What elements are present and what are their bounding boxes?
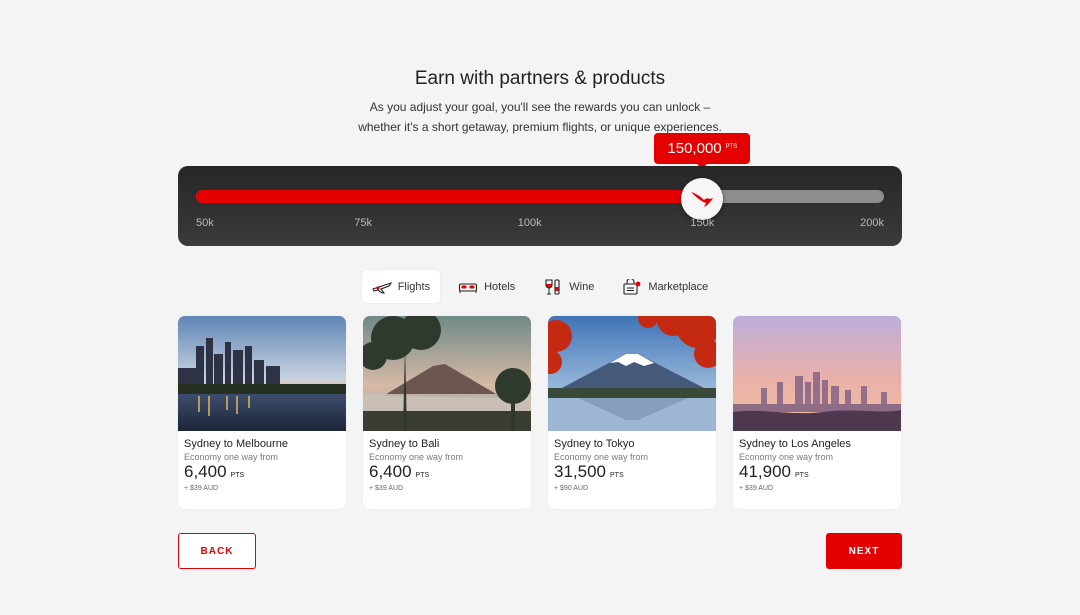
next-button[interactable]: NEXT bbox=[826, 533, 902, 569]
back-button[interactable]: BACK bbox=[178, 533, 256, 569]
card-tax: + $39 AUD bbox=[739, 485, 774, 492]
slider-tick-label: 100k bbox=[517, 217, 542, 229]
tab-label: Marketplace bbox=[648, 280, 709, 293]
slider-tick-label: 50k bbox=[196, 217, 214, 229]
card-route: Sydney to Tokyo bbox=[554, 438, 635, 450]
bed-icon bbox=[458, 279, 478, 295]
page-heading: Earn with partners & products bbox=[414, 68, 666, 89]
slider-thumb[interactable] bbox=[681, 178, 724, 220]
page-subtitle: As you adjust your goal, you'll see the … bbox=[0, 97, 1080, 137]
card-route: Sydney to Bali bbox=[369, 438, 440, 450]
slider-tick-labels: 50k 75k 100k 150k 200k bbox=[196, 217, 884, 231]
tab-wine[interactable]: Wine bbox=[533, 270, 604, 303]
subtitle-line-1: As you adjust your goal, you'll see the … bbox=[369, 100, 711, 114]
reward-card[interactable]: Sydney to Melbourne Economy one way from 6… bbox=[178, 316, 346, 509]
card-fare-type: Economy one way from bbox=[369, 452, 464, 462]
slider-track-fill bbox=[196, 190, 703, 203]
card-fare-type: Economy one way from bbox=[739, 452, 834, 462]
card-tax: + $39 AUD bbox=[184, 485, 219, 492]
tab-label: Hotels bbox=[484, 280, 516, 293]
destination-image bbox=[548, 316, 716, 431]
tab-hotels[interactable]: Hotels bbox=[448, 270, 525, 303]
card-fare-type: Economy one way from bbox=[184, 452, 279, 462]
card-route: Sydney to Los Angeles bbox=[739, 438, 851, 450]
tab-marketplace[interactable]: Marketplace bbox=[612, 270, 718, 303]
slider-tick-label: 75k bbox=[354, 217, 373, 229]
card-price-row: 6,400 PTS bbox=[184, 462, 340, 482]
wine-icon bbox=[543, 278, 563, 295]
destination-image bbox=[363, 316, 531, 431]
points-goal-slider[interactable]: 50k 75k 100k 150k 200k bbox=[178, 166, 902, 246]
kangaroo-logo-icon bbox=[691, 192, 714, 207]
card-price-row: 41,900 PTS bbox=[739, 462, 895, 482]
card-price-unit: PTS bbox=[795, 472, 809, 479]
reward-cards: Sydney to Melbourne Economy one way from 6… bbox=[178, 316, 902, 509]
card-price-unit: PTS bbox=[610, 472, 624, 479]
tab-label: Wine bbox=[569, 280, 595, 293]
card-tax: + $90 AUD bbox=[554, 485, 589, 492]
reward-card[interactable]: Sydney to Bali Economy one way from 6,400 P… bbox=[363, 316, 531, 509]
tab-flights[interactable]: Flights bbox=[361, 270, 441, 303]
plane-icon bbox=[371, 279, 392, 295]
points-value: 150,000 bbox=[667, 140, 722, 157]
points-unit: PTS bbox=[725, 143, 738, 150]
shopping-bag-icon bbox=[622, 278, 642, 295]
card-price: 41,900 bbox=[739, 462, 791, 481]
card-price-unit: PTS bbox=[230, 472, 245, 479]
destination-image bbox=[733, 316, 901, 431]
card-price: 31,500 bbox=[554, 462, 606, 481]
reward-card[interactable]: Sydney to Los Angeles Economy one way fro… bbox=[733, 316, 901, 509]
card-tax: + $39 AUD bbox=[369, 485, 404, 492]
slider-track[interactable] bbox=[196, 190, 884, 203]
category-tabs: Flights Hotels Wine Marketplace bbox=[0, 270, 1080, 303]
slider-tick-label: 200k bbox=[860, 217, 884, 229]
card-price: 6,400 bbox=[369, 462, 412, 481]
card-price: 6,400 bbox=[184, 462, 227, 481]
points-value-bubble: 150,000 PTS bbox=[654, 133, 751, 169]
destination-image bbox=[178, 316, 346, 431]
card-price-row: 6,400 PTS bbox=[369, 462, 525, 482]
reward-card[interactable]: Sydney to Tokyo Economy one way from 31,50… bbox=[548, 316, 716, 509]
slider-tick-label: 150k bbox=[690, 217, 715, 229]
card-price-unit: PTS bbox=[415, 472, 430, 479]
card-route: Sydney to Melbourne bbox=[184, 438, 288, 450]
card-fare-type: Economy one way from bbox=[554, 452, 649, 462]
subtitle-line-2: whether it's a short getaway, premium fl… bbox=[358, 120, 722, 134]
card-price-row: 31,500 PTS bbox=[554, 462, 710, 482]
tab-label: Flights bbox=[397, 280, 431, 293]
